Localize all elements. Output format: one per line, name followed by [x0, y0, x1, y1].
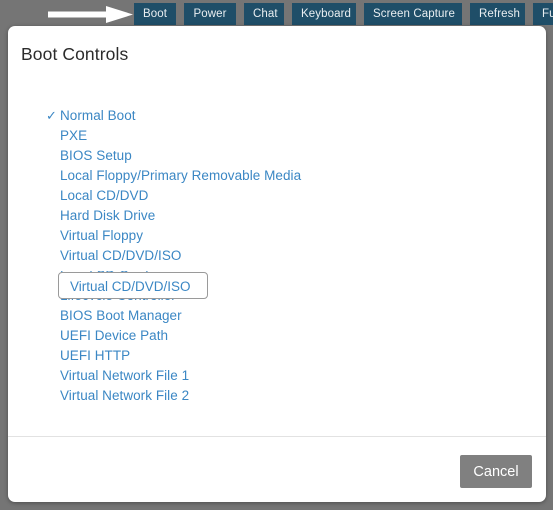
- boot-option-label: Virtual Network File 2: [60, 388, 190, 403]
- toolbar-button-refresh[interactable]: Refresh: [470, 3, 525, 25]
- boot-option-label: BIOS Setup: [60, 148, 132, 163]
- toolbar-button-power[interactable]: Power: [184, 3, 236, 25]
- boot-option-local-cd-dvd[interactable]: Local CD/DVD: [8, 186, 546, 206]
- boot-option-virtual-cd-dvd-iso[interactable]: Virtual CD/DVD/ISO: [8, 246, 546, 266]
- dialog-title: Boot Controls: [21, 44, 129, 64]
- footer-divider: [8, 436, 546, 437]
- boot-option-label: UEFI Device Path: [60, 328, 169, 343]
- boot-controls-dialog: Boot Controls ✓ Normal Boot PXE BIOS Setup L…: [8, 26, 546, 502]
- check-icon: ✓: [46, 108, 57, 123]
- boot-option-hard-disk-drive[interactable]: Hard Disk Drive: [8, 206, 546, 226]
- boot-option-virtual-floppy[interactable]: Virtual Floppy: [8, 226, 546, 246]
- cancel-button[interactable]: Cancel: [460, 455, 532, 488]
- boot-option-label: Virtual Network File 1: [60, 368, 190, 383]
- boot-option-uefi-device-path[interactable]: UEFI Device Path: [8, 326, 546, 346]
- boot-option-label: Normal Boot: [60, 108, 136, 123]
- boot-option-local-floppy-primary-removable-media[interactable]: Local Floppy/Primary Removable Media: [8, 166, 546, 186]
- toolbar-button-keyboard[interactable]: Keyboard: [292, 3, 356, 25]
- boot-option-pxe[interactable]: PXE: [8, 126, 546, 146]
- boot-option-label: BIOS Boot Manager: [60, 308, 182, 323]
- highlighted-option-box[interactable]: Virtual CD/DVD/ISO: [58, 272, 208, 299]
- toolbar-button-screen-capture[interactable]: Screen Capture: [364, 3, 462, 25]
- highlighted-option-label[interactable]: Virtual CD/DVD/ISO: [59, 273, 209, 300]
- toolbar-button-fu[interactable]: Fu: [533, 3, 553, 25]
- boot-option-label: Virtual CD/DVD/ISO: [60, 248, 182, 263]
- boot-option-label: UEFI HTTP: [60, 348, 131, 363]
- boot-option-bios-boot-manager[interactable]: BIOS Boot Manager: [8, 306, 546, 326]
- toolbar-button-chat[interactable]: Chat: [244, 3, 284, 25]
- boot-option-virtual-network-file-1[interactable]: Virtual Network File 1: [8, 366, 546, 386]
- boot-option-normal-boot[interactable]: ✓ Normal Boot: [8, 106, 546, 126]
- boot-option-label: PXE: [60, 128, 88, 143]
- boot-option-virtual-network-file-2[interactable]: Virtual Network File 2: [8, 386, 546, 406]
- boot-options-list: ✓ Normal Boot PXE BIOS Setup Local Floppy/Pr…: [8, 106, 546, 406]
- boot-option-label: Local CD/DVD: [60, 188, 149, 203]
- boot-option-label: Virtual Floppy: [60, 228, 143, 243]
- top-toolbar: Boot Power Chat Keyboard Screen Capture Refre…: [0, 0, 553, 26]
- boot-option-label: Hard Disk Drive: [60, 208, 156, 223]
- boot-option-label: Local Floppy/Primary Removable Media: [60, 168, 302, 183]
- boot-option-bios-setup[interactable]: BIOS Setup: [8, 146, 546, 166]
- toolbar-button-boot[interactable]: Boot: [134, 3, 176, 25]
- boot-option-uefi-http[interactable]: UEFI HTTP: [8, 346, 546, 366]
